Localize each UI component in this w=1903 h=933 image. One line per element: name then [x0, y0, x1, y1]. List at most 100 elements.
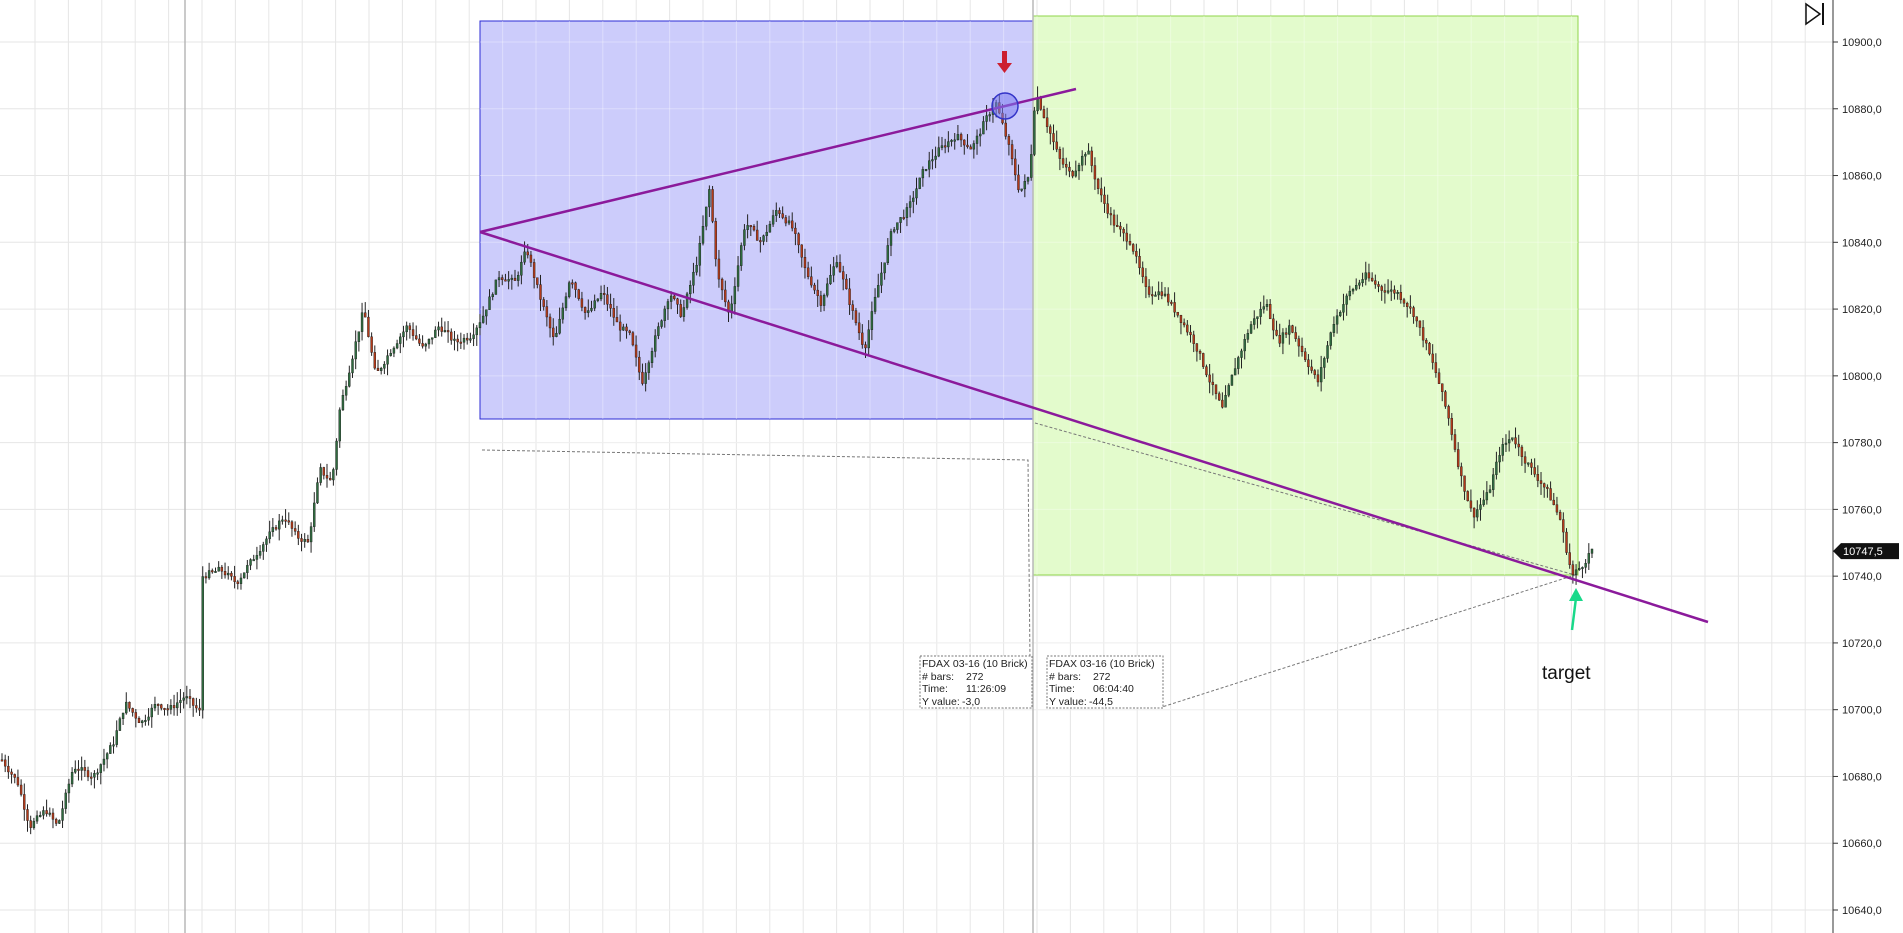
candle [328, 471, 332, 481]
candle [411, 322, 415, 341]
candle [1202, 352, 1205, 369]
candle [284, 509, 287, 528]
candle [450, 328, 453, 345]
info-box-2-bars-value: 272 [1093, 671, 1111, 683]
candle [325, 463, 329, 488]
info-box-1-time-value: 11:26:09 [966, 683, 1006, 695]
candle [399, 333, 402, 354]
price-tick-label: 10840,0 [1842, 237, 1882, 249]
candle [1227, 383, 1230, 398]
top-marker-circle[interactable] [991, 92, 1019, 120]
candle [475, 325, 478, 346]
candle [185, 685, 189, 705]
info-box-2[interactable]: FDAX 03-16 (10 Brick) # bars: 272 Time: … [1046, 655, 1164, 709]
candle [1033, 106, 1036, 157]
info-box-2-time-value: 06:04:40 [1093, 683, 1134, 695]
info-box-1-y-value: -3,0 [962, 696, 980, 708]
last-price-tag: 10747,5 [1833, 543, 1899, 560]
candle [131, 707, 134, 717]
candle [290, 520, 294, 537]
candle [322, 466, 326, 480]
price-tick-label: 10820,0 [1842, 304, 1882, 316]
info-box-2-bars-label: # bars: [1049, 671, 1081, 683]
candle [1565, 528, 1568, 555]
candle [150, 704, 153, 728]
candle [472, 323, 475, 347]
candle [1230, 374, 1234, 386]
candle [1590, 548, 1594, 558]
info-box-2-y-label: Y value: [1049, 696, 1087, 708]
price-tick-label: 10680,0 [1842, 771, 1882, 783]
candle [430, 337, 434, 345]
candle [227, 566, 230, 580]
candle [16, 769, 20, 787]
candle [262, 541, 265, 560]
info-box-1-time-label: Time: [922, 683, 948, 695]
blue-range-zone[interactable] [479, 20, 1034, 420]
candle [338, 407, 341, 448]
candle [1584, 559, 1587, 574]
info-box-1[interactable]: FDAX 03-16 (10 Brick) # bars: 272 Time: … [919, 655, 1033, 709]
candle [1444, 390, 1447, 409]
candle [1578, 561, 1581, 571]
price-chart[interactable]: target FDAX 03-16 (10 Brick) # bars: 272… [0, 0, 1903, 933]
candle [96, 768, 99, 781]
candle [297, 524, 300, 546]
info-box-1-bars-value: 272 [966, 671, 984, 683]
candle [494, 279, 498, 295]
candle [319, 463, 322, 486]
candle [293, 521, 297, 536]
price-tick-label: 10780,0 [1842, 438, 1882, 450]
info-box-2-title: FDAX 03-16 (10 Brick) [1049, 658, 1155, 670]
candle [61, 800, 64, 828]
candle [354, 330, 357, 370]
candle [415, 325, 418, 341]
candle [201, 566, 204, 719]
candle [163, 707, 166, 716]
candle [265, 536, 268, 552]
candle [462, 334, 466, 350]
info-box-1-bars-label: # bars: [922, 671, 954, 683]
candle [236, 579, 239, 590]
candle [214, 567, 217, 573]
candle [421, 335, 424, 349]
candle [125, 692, 128, 715]
candle [74, 760, 77, 774]
candle [13, 773, 16, 784]
candle [70, 767, 74, 788]
candle [83, 759, 87, 777]
candle [93, 770, 96, 789]
candle [105, 752, 109, 769]
price-tick-label: 10860,0 [1842, 171, 1882, 183]
candle [1428, 341, 1431, 356]
info-box-2-y-value: -44,5 [1089, 696, 1113, 708]
candle [303, 533, 306, 548]
target-label: target [1542, 663, 1591, 684]
candle [45, 799, 48, 817]
candle [242, 572, 246, 579]
price-tick-label: 10720,0 [1842, 638, 1882, 650]
candle [220, 564, 224, 579]
candle [466, 332, 469, 345]
candle [386, 349, 389, 376]
candle [35, 810, 39, 824]
candle [440, 317, 443, 337]
candle [0, 753, 4, 762]
candle [109, 742, 112, 754]
info-box-1-y-label: Y value: [922, 696, 960, 708]
candle [26, 804, 29, 832]
candle [376, 359, 380, 371]
candle [418, 334, 421, 347]
skip-to-end-icon[interactable] [1805, 2, 1824, 26]
candle [141, 719, 144, 728]
candle [453, 330, 456, 351]
price-tick-label: 10660,0 [1842, 838, 1882, 850]
candle [567, 280, 571, 299]
candle [408, 322, 412, 339]
candle [64, 789, 67, 814]
candle [195, 697, 198, 713]
candle [172, 694, 176, 716]
green-projection-zone[interactable] [1032, 15, 1579, 576]
candle [1587, 543, 1591, 570]
candle [169, 699, 173, 715]
